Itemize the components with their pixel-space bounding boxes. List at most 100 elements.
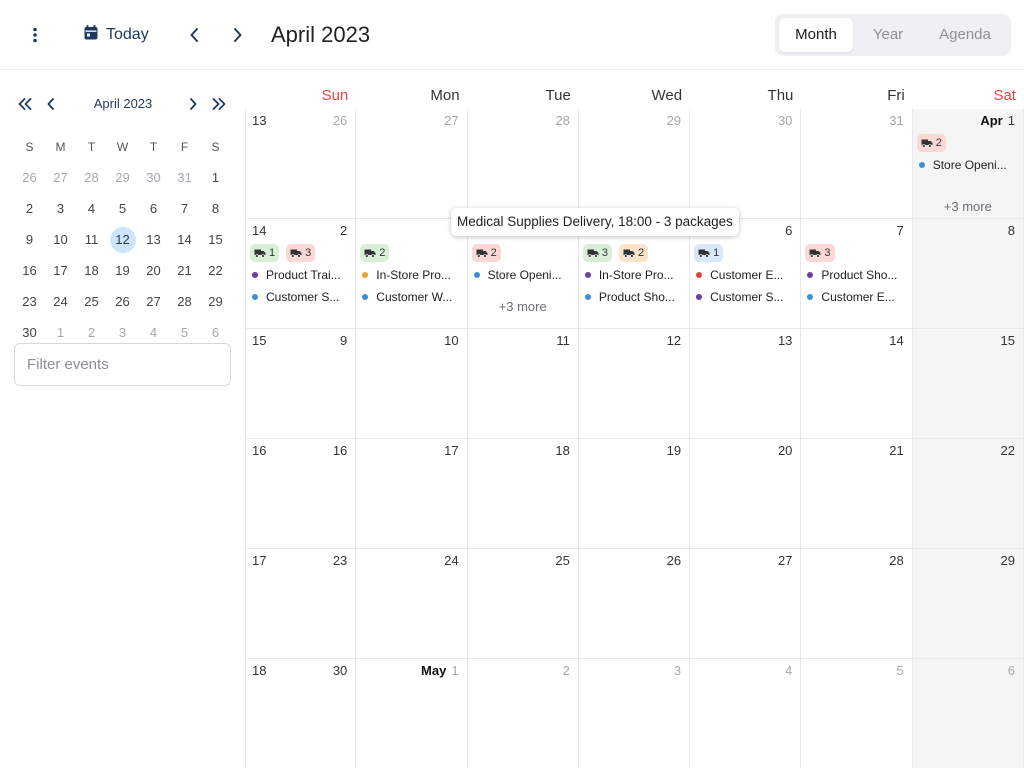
day-cell[interactable]: 27 xyxy=(356,109,468,219)
mini-day[interactable]: 20 xyxy=(138,258,169,284)
event-item[interactable]: In-Store Pro... xyxy=(362,266,462,284)
day-cell[interactable]: 29 xyxy=(578,109,691,219)
more-vert-icon[interactable] xyxy=(20,20,50,50)
mini-day[interactable]: 31 xyxy=(169,165,200,191)
mini-day[interactable]: 4 xyxy=(138,320,169,346)
delivery-badge[interactable]: 1 xyxy=(250,244,280,262)
mini-day[interactable]: 22 xyxy=(200,258,231,284)
mini-day[interactable]: 5 xyxy=(107,196,138,222)
day-cell[interactable]: 32In-Store Pro...Customer W... xyxy=(356,219,468,329)
delivery-badge[interactable]: 2 xyxy=(360,244,390,262)
chevron-right-icon[interactable] xyxy=(182,93,204,115)
day-cell[interactable]: 18 30 xyxy=(245,659,357,768)
mini-day[interactable]: 3 xyxy=(45,196,76,222)
mini-day[interactable]: 18 xyxy=(76,258,107,284)
day-cell[interactable]: Apr 1 2 Store Openi... +3 more xyxy=(912,109,1024,219)
mini-day[interactable]: 29 xyxy=(200,289,231,315)
mini-day[interactable]: 30 xyxy=(138,165,169,191)
day-cell[interactable]: 19 xyxy=(578,439,691,549)
more-events-link[interactable]: +3 more xyxy=(913,199,1023,214)
double-chevron-right-icon[interactable] xyxy=(208,93,230,115)
view-month-button[interactable]: Month xyxy=(779,18,853,52)
day-cell[interactable]: 21 xyxy=(801,439,913,549)
day-cell[interactable]: 16 16 xyxy=(245,439,357,549)
event-item[interactable]: Customer E... xyxy=(696,266,796,284)
chevron-right-icon[interactable] xyxy=(224,20,252,50)
mini-day[interactable]: 28 xyxy=(76,165,107,191)
day-cell[interactable]: 22 xyxy=(912,439,1024,549)
mini-day[interactable]: 15 xyxy=(200,227,231,253)
event-item[interactable]: In-Store Pro... xyxy=(584,266,685,284)
day-cell[interactable]: 18 xyxy=(467,439,579,549)
day-cell[interactable]: 17 23 xyxy=(245,549,357,659)
day-cell[interactable]: 27 xyxy=(690,549,802,659)
mini-day[interactable]: 27 xyxy=(138,289,169,315)
mini-day[interactable]: 16 xyxy=(14,258,45,284)
delivery-badge[interactable]: 3 xyxy=(286,244,316,262)
mini-day[interactable]: 17 xyxy=(45,258,76,284)
mini-day[interactable]: 9 xyxy=(14,227,45,253)
event-item[interactable]: Store Openi... xyxy=(918,156,1019,174)
view-year-button[interactable]: Year xyxy=(857,18,919,52)
delivery-badge[interactable]: 3 xyxy=(805,244,835,262)
day-cell[interactable]: 13 26 xyxy=(245,109,357,219)
delivery-badge[interactable]: 2 xyxy=(916,134,946,152)
day-cell[interactable]: 13 xyxy=(690,329,802,439)
day-cell[interactable]: 15 xyxy=(912,329,1024,439)
mini-day[interactable]: 11 xyxy=(76,227,107,253)
event-item[interactable]: Store Openi... xyxy=(473,266,574,284)
day-cell[interactable]: 14 2 1 3 Product Trai... Customer S... xyxy=(245,219,357,329)
day-cell[interactable]: 4 xyxy=(690,659,802,768)
mini-day[interactable]: 8 xyxy=(200,196,231,222)
day-cell[interactable]: 28 xyxy=(801,549,913,659)
mini-day[interactable]: 1 xyxy=(45,320,76,346)
day-cell[interactable]: 7 3 Product Sho... Customer E... xyxy=(801,219,913,329)
event-item[interactable]: Product Trai... xyxy=(252,266,351,284)
delivery-badge[interactable]: 1 xyxy=(694,244,724,262)
day-cell[interactable]: 5 xyxy=(801,659,913,768)
mini-day[interactable]: 2 xyxy=(14,196,45,222)
event-item[interactable]: Product Sho... xyxy=(807,266,907,284)
event-item[interactable]: Customer W... xyxy=(362,288,462,306)
day-cell[interactable]: 29 xyxy=(912,549,1024,659)
mini-day[interactable]: 5 xyxy=(169,320,200,346)
day-cell[interactable]: 8 xyxy=(912,219,1024,329)
mini-day[interactable]: 3 xyxy=(107,320,138,346)
event-item[interactable]: Customer E... xyxy=(807,288,907,306)
day-cell[interactable]: 28 xyxy=(467,109,579,219)
day-cell[interactable]: 25 xyxy=(467,549,579,659)
mini-day[interactable]: 19 xyxy=(107,258,138,284)
delivery-badge[interactable]: 2 xyxy=(618,244,649,262)
today-button[interactable]: Today xyxy=(80,20,153,50)
event-item[interactable]: Customer S... xyxy=(696,288,796,306)
mini-day[interactable]: 27 xyxy=(45,165,76,191)
more-events-link[interactable]: +3 more xyxy=(468,299,578,314)
chevron-left-icon[interactable] xyxy=(180,20,208,50)
delivery-badge[interactable]: 2 xyxy=(471,244,501,262)
mini-day[interactable]: 7 xyxy=(169,196,200,222)
day-cell[interactable]: 6 xyxy=(912,659,1024,768)
day-cell[interactable]: 30 xyxy=(690,109,802,219)
view-agenda-button[interactable]: Agenda xyxy=(925,18,1005,52)
event-item[interactable]: Product Sho... xyxy=(584,288,685,306)
day-cell[interactable]: 26 xyxy=(578,549,691,659)
day-cell[interactable]: 15 9 xyxy=(245,329,357,439)
filter-events-input[interactable] xyxy=(14,343,231,386)
day-cell[interactable]: 11 xyxy=(467,329,579,439)
mini-day[interactable]: 6 xyxy=(138,196,169,222)
event-item[interactable]: Customer S... xyxy=(252,288,351,306)
mini-day[interactable]: 2 xyxy=(76,320,107,346)
day-cell[interactable]: 2 xyxy=(467,659,579,768)
mini-day[interactable]: 4 xyxy=(76,196,107,222)
mini-day[interactable]: 24 xyxy=(45,289,76,315)
delivery-badge[interactable]: 3 xyxy=(582,244,612,262)
mini-day[interactable]: 13 xyxy=(138,227,169,253)
day-cell[interactable]: May 1 xyxy=(356,659,468,768)
mini-day[interactable]: 10 xyxy=(45,227,76,253)
mini-day[interactable]: 29 xyxy=(107,165,138,191)
day-cell[interactable]: 20 xyxy=(690,439,802,549)
mini-day[interactable]: 28 xyxy=(169,289,200,315)
mini-day-selected[interactable]: 12 xyxy=(107,226,138,253)
mini-day[interactable]: 14 xyxy=(169,227,200,253)
day-cell[interactable]: 14 xyxy=(801,329,913,439)
